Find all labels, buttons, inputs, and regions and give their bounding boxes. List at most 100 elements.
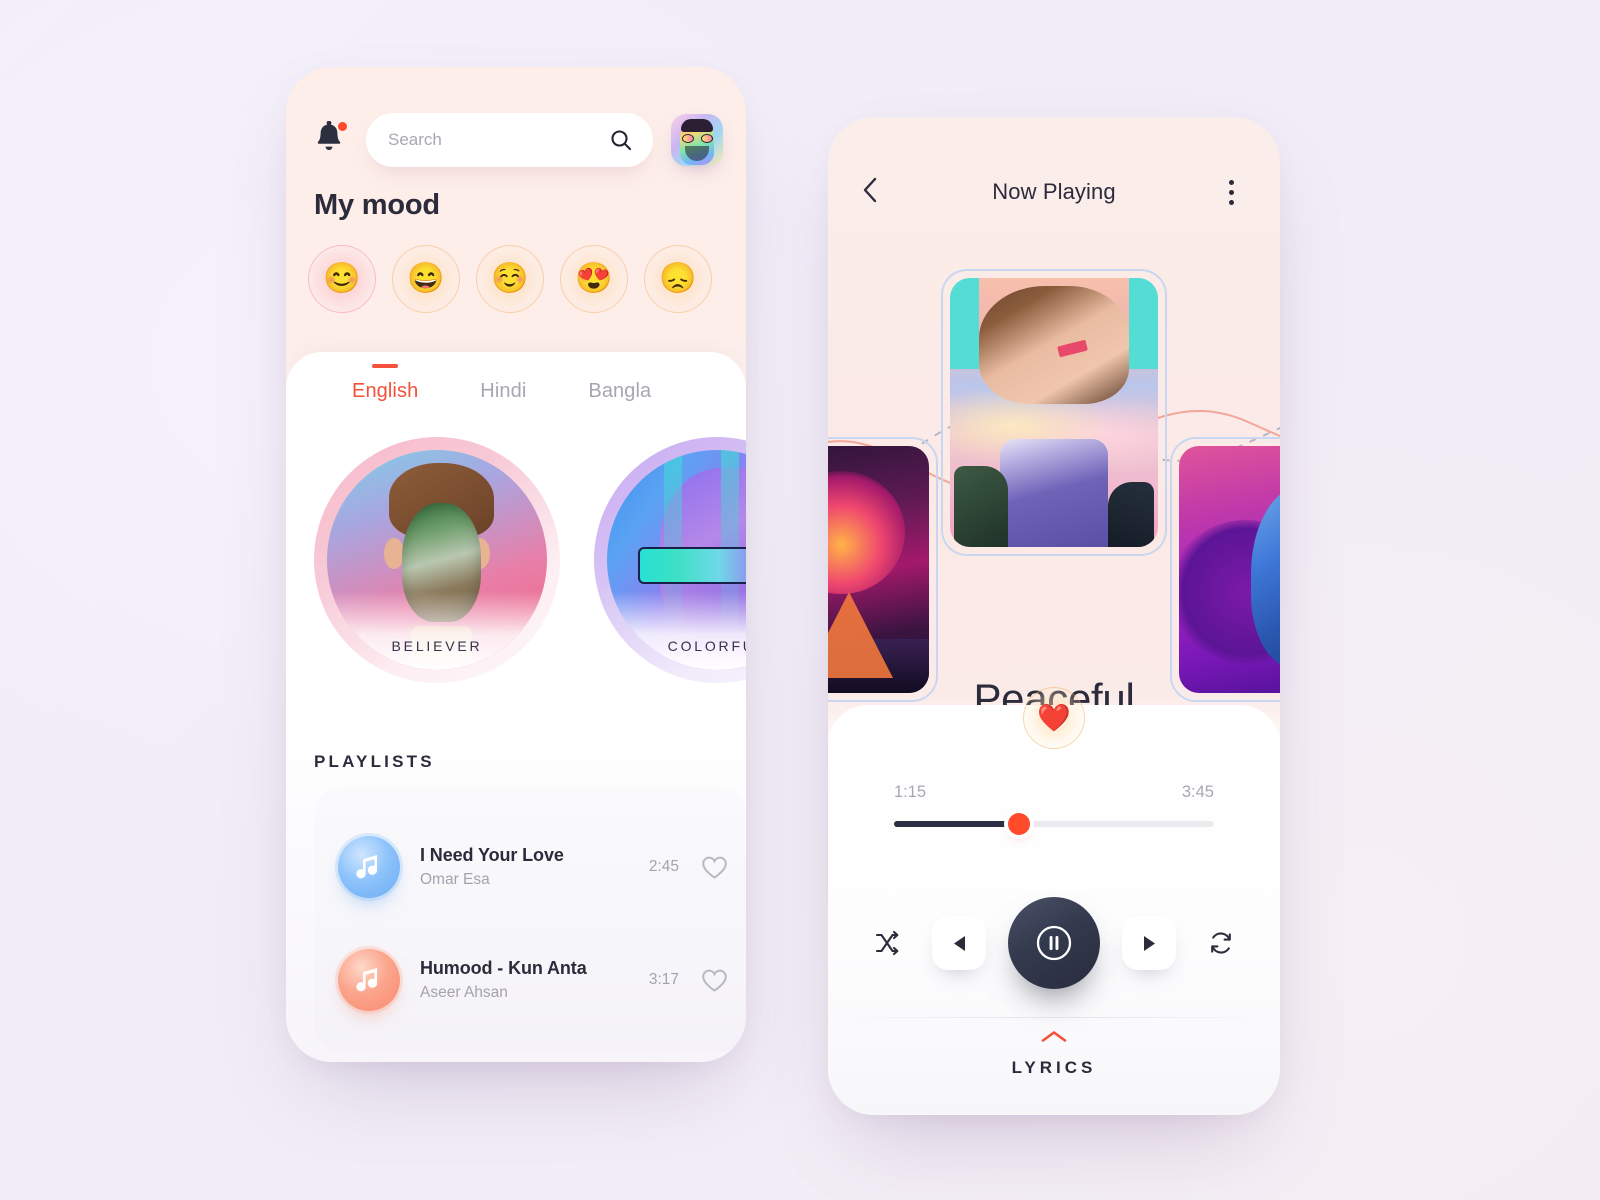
notifications-button[interactable] bbox=[314, 120, 348, 160]
mood-button-heart-eyes[interactable]: 😍 bbox=[560, 245, 628, 313]
heart-emoji: ❤️ bbox=[1037, 702, 1071, 733]
mood-button-relaxed[interactable]: ☺️ bbox=[476, 245, 544, 313]
time-labels: 1:15 3:45 bbox=[894, 783, 1214, 802]
back-button[interactable] bbox=[862, 177, 892, 208]
synthwave-art-image bbox=[828, 446, 929, 693]
player-controls-sheet: 1:15 3:45 LYRICS bbox=[828, 705, 1280, 1115]
playback-controls bbox=[828, 897, 1280, 989]
avatar-glasses-icon bbox=[682, 134, 713, 143]
notification-badge bbox=[338, 122, 347, 131]
next-button[interactable] bbox=[1122, 916, 1176, 970]
tab-bangla[interactable]: Bangla bbox=[588, 372, 651, 403]
album-artwork: COLORFUL bbox=[607, 450, 746, 670]
track-duration: 3:17 bbox=[648, 971, 679, 988]
tab-label: Bangla bbox=[588, 380, 652, 402]
more-dot bbox=[1228, 189, 1234, 195]
track-row-i-need-your-love[interactable]: I Need Your Love Omar Esa 2:45 bbox=[338, 829, 728, 905]
track-thumbnail bbox=[338, 949, 400, 1011]
player-top-bar: Now Playing bbox=[828, 167, 1280, 217]
mood-selector: 😊 😄 ☺️ 😍 😞 bbox=[308, 245, 712, 313]
chevron-left-icon[interactable] bbox=[862, 177, 878, 203]
total-time: 3:45 bbox=[1181, 783, 1214, 801]
album-card-colorful[interactable]: COLORFUL bbox=[594, 437, 746, 683]
tab-english[interactable]: English bbox=[352, 372, 418, 403]
album-label: COLORFUL bbox=[667, 638, 746, 654]
mood-button-sad[interactable]: 😞 bbox=[644, 245, 712, 313]
heart-outline-icon[interactable] bbox=[701, 968, 728, 993]
more-dot bbox=[1228, 179, 1234, 185]
mood-button-smiling[interactable]: 😊 bbox=[308, 245, 376, 313]
favorite-song-button[interactable]: ❤️ bbox=[1023, 687, 1085, 749]
chevron-up-icon[interactable] bbox=[1041, 1030, 1067, 1043]
statue-art-image bbox=[1179, 446, 1280, 693]
lyrics-expand-button[interactable] bbox=[828, 1030, 1280, 1048]
mood-emoji: 😍 bbox=[575, 262, 613, 295]
album-fade-overlay bbox=[607, 590, 746, 670]
album-carousel[interactable]: BELIEVER COLORFUL bbox=[286, 437, 746, 707]
track-info: I Need Your Love Omar Esa bbox=[400, 845, 649, 889]
tab-hindi[interactable]: Hindi bbox=[480, 372, 526, 403]
play-pause-button[interactable] bbox=[1008, 897, 1100, 989]
pause-icon[interactable] bbox=[1034, 923, 1074, 963]
progress-bar[interactable] bbox=[894, 813, 1214, 835]
album-fade-overlay bbox=[327, 590, 547, 670]
album-cover-next[interactable] bbox=[1170, 437, 1280, 702]
more-options-button[interactable] bbox=[1216, 179, 1246, 205]
progress-bar-knob[interactable] bbox=[1007, 813, 1030, 835]
album-cover-next-artwork bbox=[1179, 446, 1280, 693]
album-artwork: BELIEVER bbox=[327, 450, 547, 670]
track-artist: Aseer Ahsan bbox=[420, 984, 508, 1001]
lyrics-label: LYRICS bbox=[1011, 1058, 1097, 1077]
now-playing-phone: Now Playing 1:15 3:45 LYRICS ❤️ bbox=[828, 117, 1280, 1115]
elapsed-time: 1:15 bbox=[894, 783, 927, 801]
previous-button[interactable] bbox=[932, 916, 986, 970]
playlists-heading: PLAYLISTS bbox=[314, 752, 435, 771]
music-note-icon bbox=[356, 855, 377, 879]
next-icon[interactable] bbox=[1142, 935, 1157, 952]
language-tabs: English Hindi Bangla bbox=[286, 372, 746, 403]
album-cover-previous[interactable] bbox=[828, 437, 938, 702]
page-title: Now Playing bbox=[992, 179, 1116, 204]
album-label: BELIEVER bbox=[391, 638, 483, 654]
lyrics-section[interactable]: LYRICS bbox=[828, 1030, 1280, 1078]
progress-bar-fill bbox=[894, 821, 1019, 827]
shuffle-button[interactable] bbox=[864, 920, 910, 966]
album-cover-carousel[interactable] bbox=[828, 252, 1280, 702]
home-screen-phone: My mood 😊 😄 ☺️ 😍 😞 English Hindi Bangla … bbox=[286, 67, 746, 1062]
tab-label: Hindi bbox=[480, 380, 527, 402]
music-note-icon bbox=[356, 968, 377, 992]
playlist-card: I Need Your Love Omar Esa 2:45 Humood - … bbox=[314, 787, 746, 1052]
home-content-card: English Hindi Bangla BELIEVER COLORF PLA… bbox=[286, 352, 746, 1062]
track-title: I Need Your Love bbox=[420, 845, 564, 865]
track-duration: 2:45 bbox=[648, 858, 679, 875]
mood-emoji: 😊 bbox=[323, 262, 361, 295]
avatar-hair bbox=[681, 119, 713, 132]
peaceful-art-image bbox=[950, 278, 1158, 547]
search-input[interactable] bbox=[388, 130, 609, 150]
repeat-button[interactable] bbox=[1198, 920, 1244, 966]
tab-label: English bbox=[352, 380, 419, 402]
heart-outline-icon[interactable] bbox=[701, 855, 728, 880]
track-row-humood-kun-anta[interactable]: Humood - Kun Anta Aseer Ahsan 3:17 bbox=[338, 942, 728, 1018]
album-card-believer[interactable]: BELIEVER bbox=[314, 437, 560, 683]
repeat-icon[interactable] bbox=[1207, 929, 1235, 957]
shuffle-icon[interactable] bbox=[873, 929, 901, 957]
sheet-divider bbox=[828, 1017, 1280, 1018]
mood-emoji: 😄 bbox=[407, 262, 445, 295]
mood-emoji: ☺️ bbox=[491, 262, 529, 295]
previous-icon[interactable] bbox=[952, 935, 967, 952]
track-favorite-button[interactable] bbox=[701, 968, 728, 993]
avatar[interactable] bbox=[671, 114, 723, 166]
search-icon[interactable] bbox=[609, 128, 633, 152]
album-cover-previous-artwork bbox=[828, 446, 929, 693]
home-top-bar bbox=[286, 105, 746, 175]
track-favorite-button[interactable] bbox=[701, 855, 728, 880]
search-bar[interactable] bbox=[366, 113, 653, 167]
track-title: Humood - Kun Anta bbox=[420, 958, 587, 978]
album-cover-current[interactable] bbox=[941, 269, 1167, 556]
track-info: Humood - Kun Anta Aseer Ahsan bbox=[400, 958, 649, 1002]
more-dot bbox=[1228, 199, 1234, 205]
album-cover-current-artwork bbox=[950, 278, 1158, 547]
mood-emoji: 😞 bbox=[659, 262, 697, 295]
mood-button-grinning[interactable]: 😄 bbox=[392, 245, 460, 313]
